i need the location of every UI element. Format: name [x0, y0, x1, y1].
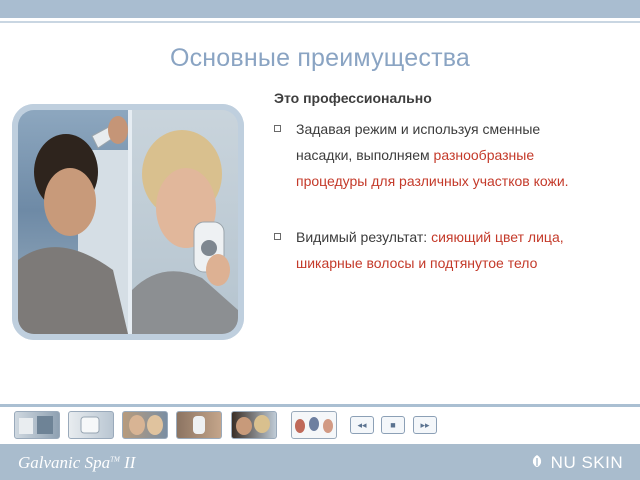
bullet-accent-line: шикарные волосы и подтянутое тело — [296, 255, 538, 271]
fast-forward-icon: ▸▸ — [420, 419, 430, 430]
bullet-marker — [274, 125, 281, 132]
previous-slide-button[interactable]: ◂◂ — [350, 416, 374, 434]
bullet-text: Задавая режим и используя сменные насадк… — [296, 116, 616, 194]
bullet-accent-text: разнообразные — [433, 147, 535, 163]
thumbnail-2[interactable] — [68, 411, 114, 439]
photo-man — [18, 110, 128, 334]
photo-woman — [132, 110, 238, 334]
product-logo: Galvanic SpaTM II — [18, 453, 135, 473]
page-title: Основные преимущества — [169, 44, 471, 72]
thumbnail-3[interactable] — [122, 411, 168, 439]
trademark-mark: TM — [110, 455, 120, 464]
thumbnail-5[interactable] — [231, 411, 277, 439]
nu-skin-logo-icon — [530, 455, 549, 472]
bullet-text: Видимый результат: сияющий цвет лица, ши… — [296, 224, 616, 276]
subheading: Это профессионально — [274, 90, 432, 106]
bullet-line: Видимый результат: сияющий цвет лица, — [296, 224, 616, 250]
bullet-item-2: Видимый результат: сияющий цвет лица, ши… — [274, 224, 614, 280]
bullet-line: Задавая режим и используя сменные — [296, 121, 541, 137]
brand-name: NU SKIN — [550, 453, 624, 472]
thumbnail-4[interactable] — [176, 411, 222, 439]
bullet-line: насадки, выполняем разнообразные — [296, 142, 616, 168]
product-photo — [12, 104, 244, 340]
stop-button[interactable]: ■ — [381, 416, 405, 434]
bullet-item-1: Задавая режим и используя сменные насадк… — [274, 116, 614, 196]
bullet-plain-text: насадки, выполняем — [296, 147, 434, 163]
rewind-icon: ◂◂ — [357, 419, 367, 430]
thumbnail-1[interactable] — [14, 411, 60, 439]
thumbnail-6[interactable] — [291, 411, 337, 439]
top-band-divider-2 — [0, 21, 640, 23]
product-version: II — [119, 453, 136, 472]
bullet-plain-text: Видимый результат: — [296, 229, 432, 245]
stop-icon: ■ — [390, 420, 396, 430]
next-slide-button[interactable]: ▸▸ — [413, 416, 437, 434]
bullet-accent-line: процедуры для различных участков кожи. — [296, 173, 569, 189]
brand-logo: NU SKIN — [530, 453, 623, 473]
top-band — [0, 0, 640, 18]
bullet-accent-text: сияющий цвет лица, — [431, 229, 564, 245]
bullet-marker — [274, 233, 281, 240]
product-name: Galvanic Spa — [18, 453, 111, 472]
